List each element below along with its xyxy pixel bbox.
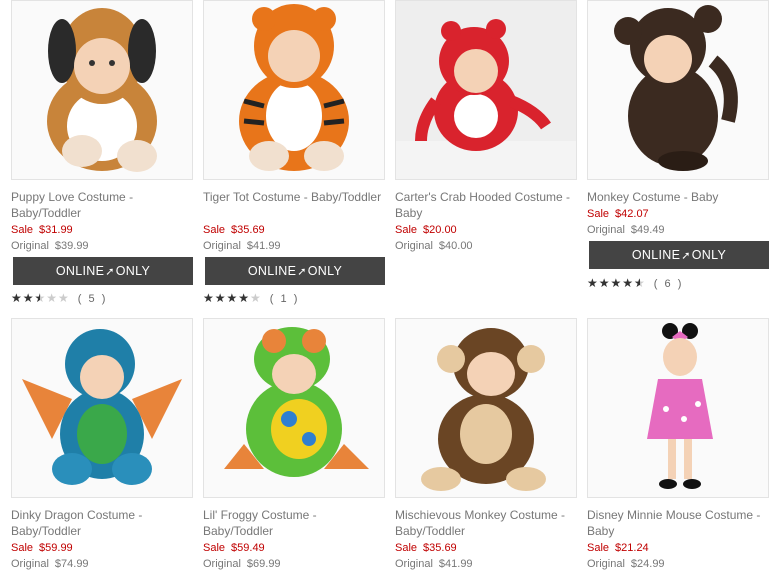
online-only-badge[interactable]: ONLINE➚ONLY: [13, 257, 193, 285]
product-title[interactable]: Puppy Love Costume - Baby/Toddler: [11, 189, 191, 221]
product-title[interactable]: Disney Minnie Mouse Costume - Baby: [587, 507, 767, 539]
sale-price-line: Sale $31.99: [11, 224, 73, 236]
tiger-costume-image[interactable]: [203, 0, 385, 180]
product-title[interactable]: Tiger Tot Costume - Baby/Toddler: [203, 189, 383, 205]
mischievous-monkey-costume-image[interactable]: [395, 318, 577, 498]
dragon-costume-image[interactable]: [11, 318, 193, 498]
sale-price-line: Sale $59.99: [11, 542, 73, 554]
sale-price: $42.07: [615, 208, 649, 220]
product-title[interactable]: Lil' Froggy Costume - Baby/Toddler: [203, 507, 383, 539]
sale-price-line: Sale $42.07: [587, 208, 649, 220]
product-title[interactable]: Mischievous Monkey Costume - Baby/Toddle…: [395, 507, 575, 539]
sale-price: $20.00: [423, 224, 457, 236]
original-price: $40.00: [438, 240, 473, 252]
puppy-costume-image[interactable]: [11, 0, 193, 180]
product-title[interactable]: Dinky Dragon Costume - Baby/Toddler: [11, 507, 191, 539]
original-price: $74.99: [54, 558, 89, 570]
rating-fill: ★★★★★: [587, 276, 640, 290]
original-price-line: Original $40.00: [395, 240, 473, 252]
cursor-icon: ➚: [297, 266, 307, 278]
sale-price: $59.49: [231, 542, 265, 554]
sale-price-line: Sale $21.24: [587, 542, 649, 554]
original-price-line: Original $39.99: [11, 240, 89, 252]
minnie-costume-image[interactable]: [587, 318, 769, 498]
review-count[interactable]: ( 1 ): [270, 293, 300, 305]
product-title[interactable]: Monkey Costume - Baby: [587, 189, 767, 205]
sale-price-line: Sale $35.69: [395, 542, 457, 554]
sale-price: $21.24: [615, 542, 649, 554]
original-price: $41.99: [438, 558, 473, 570]
sale-price: $35.69: [231, 224, 265, 236]
original-price: $49.49: [630, 224, 665, 236]
star-rating[interactable]: ★★★★★★★★★★( 6 ): [587, 276, 683, 290]
original-price: $69.99: [246, 558, 281, 570]
sale-price: $31.99: [39, 224, 73, 236]
rating-fill: ★★★★★: [11, 291, 40, 305]
original-price: $39.99: [54, 240, 89, 252]
star-rating[interactable]: ★★★★★★★★★★( 1 ): [203, 291, 299, 305]
sale-price: $35.69: [423, 542, 457, 554]
original-price: $24.99: [630, 558, 665, 570]
original-price: $41.99: [246, 240, 281, 252]
online-only-badge[interactable]: ONLINE➚ONLY: [589, 241, 769, 269]
original-price-line: Original $41.99: [203, 240, 281, 252]
cursor-icon: ➚: [681, 250, 691, 262]
review-count[interactable]: ( 5 ): [78, 293, 108, 305]
star-rating[interactable]: ★★★★★★★★★★( 5 ): [11, 291, 107, 305]
frog-costume-image[interactable]: [203, 318, 385, 498]
sale-price-line: Sale $35.69: [203, 224, 265, 236]
product-title[interactable]: Carter's Crab Hooded Costume - Baby: [395, 189, 575, 221]
sale-price: $59.99: [39, 542, 73, 554]
crab-costume-image[interactable]: [395, 0, 577, 180]
original-price-line: Original $49.49: [587, 224, 665, 236]
online-only-badge[interactable]: ONLINE➚ONLY: [205, 257, 385, 285]
sale-price-line: Sale $20.00: [395, 224, 457, 236]
cursor-icon: ➚: [105, 266, 115, 278]
monkey-costume-image[interactable]: [587, 0, 769, 180]
rating-fill: ★★★★★: [203, 291, 251, 305]
review-count[interactable]: ( 6 ): [654, 278, 684, 290]
sale-price-line: Sale $59.49: [203, 542, 265, 554]
